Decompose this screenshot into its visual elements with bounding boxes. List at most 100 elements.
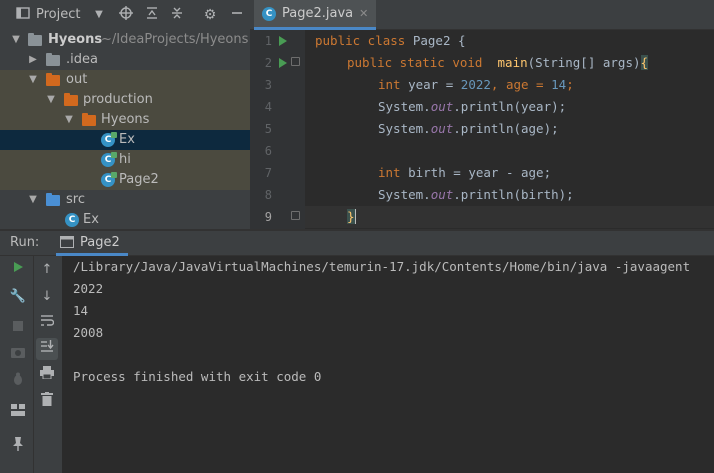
number-token: 2022 <box>460 77 491 92</box>
console-line: 2022 <box>73 281 104 296</box>
tab-page2-java[interactable]: C Page2.java ✕ <box>254 0 377 30</box>
project-panel-header: Project ▼ ⚙ <box>0 0 250 30</box>
brace-token: { <box>640 55 649 70</box>
tree-item-label: .idea <box>66 52 98 67</box>
code-line-7: int birth = year - age; <box>378 162 551 184</box>
project-panel: Project ▼ ⚙ ▼ Hyeons ~/IdeaProjects/Hyeo… <box>0 0 250 229</box>
wrench-icon[interactable]: 🔧 <box>9 288 27 306</box>
run-toolbar-secondary: ↑ ↓ <box>34 256 62 473</box>
tree-item-label: Page2 <box>119 172 159 187</box>
keyword-token: public static void <box>347 55 498 70</box>
code-token: Page2 { <box>412 33 466 48</box>
scroll-to-end-icon[interactable] <box>36 338 58 360</box>
keyword-token: int <box>378 165 409 180</box>
number-token: 14 <box>551 77 567 92</box>
tree-item-production[interactable]: ▼ production <box>0 90 250 110</box>
chevron-right-icon[interactable]: ▶ <box>27 50 39 70</box>
soft-wrap-icon[interactable] <box>38 314 56 332</box>
tree-item-ex-source[interactable]: C Ex <box>0 210 250 229</box>
line-number: 1 <box>264 34 272 48</box>
code-line-5: System.out.println(age); <box>378 118 559 140</box>
class-file-icon: C <box>101 132 117 147</box>
tree-item-label: Hyeons <box>48 32 103 47</box>
folder-icon <box>82 113 96 126</box>
tree-item-label: out <box>66 72 88 87</box>
arrow-up-icon[interactable]: ↑ <box>38 261 56 279</box>
code-token: .println(birth); <box>453 187 574 202</box>
stop-icon <box>9 319 27 337</box>
collapse-all-icon[interactable] <box>168 6 186 24</box>
code-line-8: System.out.println(birth); <box>378 184 574 206</box>
tree-item-idea[interactable]: ▶ .idea <box>0 50 250 70</box>
static-field-token: out <box>430 99 454 114</box>
console-line: 14 <box>73 303 89 318</box>
run-window-title: Run: <box>10 235 40 250</box>
brace-token: } <box>347 209 356 224</box>
code-token: year = <box>408 77 461 92</box>
run-class-icon[interactable] <box>279 36 287 46</box>
console-line: Process finished with exit code 0 <box>73 369 322 384</box>
line-number: 5 <box>264 122 272 136</box>
tree-item-ex-class[interactable]: C Ex <box>0 130 250 150</box>
trash-icon[interactable] <box>38 392 56 410</box>
chevron-down-icon[interactable]: ▼ <box>90 6 108 24</box>
code-token: (String[] args) <box>527 55 641 70</box>
keyword-token: int <box>378 77 409 92</box>
tree-item-label: Ex <box>119 132 135 147</box>
console-output[interactable]: /Library/Java/JavaVirtualMachines/temuri… <box>62 256 714 473</box>
code-line-3: int year = 2022, age = 14; <box>378 74 574 96</box>
line-number: 3 <box>264 78 272 92</box>
folder-icon <box>46 53 60 66</box>
expand-all-icon[interactable] <box>143 6 161 24</box>
chevron-down-icon[interactable]: ▼ <box>63 110 75 130</box>
code-token: .println(year); <box>453 99 567 114</box>
chevron-down-icon[interactable]: ▼ <box>27 190 39 210</box>
chevron-down-icon[interactable]: ▼ <box>27 70 39 90</box>
code-line-4: System.out.println(year); <box>378 96 566 118</box>
code-editor[interactable]: public class Page2 { public static void … <box>305 30 714 229</box>
tree-item-src[interactable]: ▼ src <box>0 190 250 210</box>
folder-icon <box>46 193 60 206</box>
locate-file-icon[interactable] <box>117 6 135 24</box>
gear-icon[interactable]: ⚙ <box>201 6 219 24</box>
project-panel-title[interactable]: Project <box>36 7 80 22</box>
project-path-hint: ~/IdeaProjects/Hyeons <box>101 32 249 47</box>
tree-item-page2-class[interactable]: C Page2 <box>0 170 250 190</box>
tree-item-label: Ex <box>83 212 99 227</box>
print-icon[interactable] <box>38 366 56 384</box>
code-token: birth = year - age; <box>408 165 552 180</box>
folder-icon <box>28 33 42 46</box>
tree-item-out[interactable]: ▼ out <box>0 70 250 90</box>
chevron-down-icon[interactable]: ▼ <box>10 30 22 50</box>
bug-icon <box>9 372 27 390</box>
run-main-icon[interactable] <box>279 58 287 68</box>
run-tab-label: Page2 <box>80 234 120 250</box>
line-number: 8 <box>264 188 272 202</box>
tree-item-label: production <box>83 92 153 107</box>
line-number: 4 <box>264 100 272 114</box>
pin-icon[interactable] <box>9 437 27 455</box>
tree-item-hyeons-output[interactable]: ▼ Hyeons <box>0 110 250 130</box>
rerun-icon[interactable] <box>9 261 27 279</box>
line-number: 6 <box>264 144 272 158</box>
chevron-down-icon[interactable]: ▼ <box>45 90 57 110</box>
tab-run-page2[interactable]: Page2 <box>56 231 128 256</box>
code-token: , age = <box>490 77 552 92</box>
arrow-down-icon[interactable]: ↓ <box>38 288 56 306</box>
run-toolbar-primary: 🔧 <box>0 256 34 473</box>
code-token: System. <box>378 99 431 114</box>
fold-icon[interactable] <box>291 211 300 220</box>
code-line-1: public class Page2 { <box>315 30 466 52</box>
code-line-9: } <box>305 206 714 228</box>
fold-icon[interactable] <box>291 57 300 66</box>
minimize-icon[interactable] <box>228 6 246 24</box>
tree-item-hyeons-root[interactable]: ▼ Hyeons ~/IdeaProjects/Hyeons <box>0 30 250 50</box>
editor-tab-bar: C Page2.java ✕ <box>250 0 714 30</box>
folder-icon <box>64 93 78 106</box>
line-number: 7 <box>264 166 272 180</box>
line-number: 9 <box>264 210 272 224</box>
layout-icon[interactable] <box>9 404 27 422</box>
close-icon[interactable]: ✕ <box>359 7 368 20</box>
project-view-icon[interactable] <box>14 6 32 24</box>
tree-item-hi-class[interactable]: C hi <box>0 150 250 170</box>
